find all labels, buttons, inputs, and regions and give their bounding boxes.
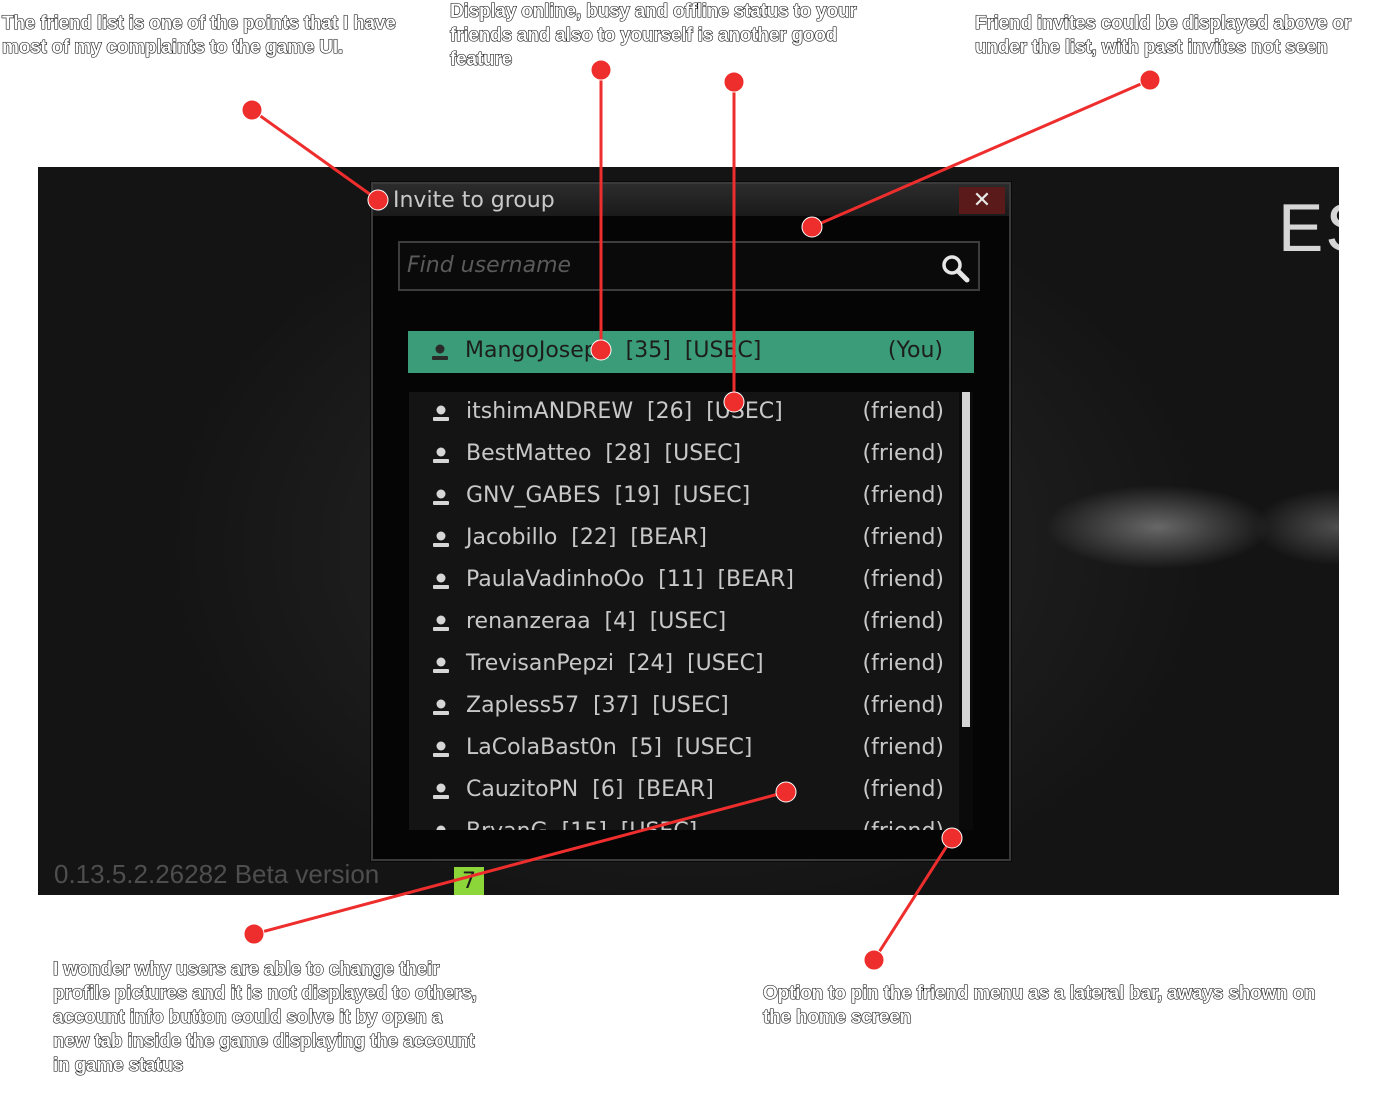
person-icon — [433, 531, 449, 547]
dialog-title-bar[interactable]: Invite to group ✕ — [373, 184, 1009, 216]
friend-list[interactable]: itshimANDREW [26] [USEC] (friend) BestMatt… — [409, 392, 959, 830]
annotation-marker — [723, 71, 745, 93]
person-icon — [436, 825, 446, 830]
person-icon — [433, 783, 449, 799]
annotation-profile-pictures: I wonder why users are able to change th… — [52, 958, 477, 1076]
person-icon — [433, 699, 449, 715]
dialog-title: Invite to group — [393, 188, 555, 213]
friend-row[interactable]: CauzitoPN [6] [BEAR] (friend) — [409, 770, 959, 812]
person-icon — [433, 489, 449, 505]
annotation-online-status: Display online, busy and offline status … — [449, 0, 857, 70]
annotation-marker — [241, 99, 263, 121]
friend-name: renanzeraa [4] [USEC] — [466, 609, 727, 634]
friend-tag: (friend) — [862, 651, 944, 676]
version-label: 0.13.5.2.26282 Beta version — [54, 859, 380, 889]
friend-tag: (friend) — [862, 399, 944, 424]
current-user-row[interactable]: MangoJoseph [35] [USEC] (You) — [408, 331, 974, 373]
friend-tag: (friend) — [862, 567, 944, 592]
friend-tag: (friend) — [862, 777, 944, 802]
friend-name: CauzitoPN [6] [BEAR] — [466, 777, 714, 802]
close-button[interactable]: ✕ — [959, 187, 1005, 214]
notification-badge[interactable]: 7 — [454, 867, 484, 895]
game-logo: ES — [1278, 190, 1339, 266]
person-icon — [433, 741, 449, 757]
person-icon — [433, 573, 449, 589]
friend-list-scrollbar[interactable] — [959, 392, 973, 830]
friend-name: BryanG [15] [USEC] — [466, 819, 697, 830]
friend-name: BestMatteo [28] [USEC] — [466, 441, 742, 466]
person-icon — [433, 447, 449, 463]
friend-name: itshimANDREW [26] [USEC] — [466, 399, 783, 424]
search-box[interactable]: Find username — [398, 241, 980, 291]
friend-row[interactable]: renanzeraa [4] [USEC] (friend) — [409, 602, 959, 644]
friend-tag: (friend) — [862, 525, 944, 550]
person-icon — [433, 657, 449, 673]
scrollbar-thumb[interactable] — [962, 392, 970, 727]
search-input[interactable]: Find username — [407, 253, 907, 278]
friend-row[interactable]: Jacobillo [22] [BEAR] (friend) — [409, 518, 959, 560]
friend-name: Zapless57 [37] [USEC] — [466, 693, 729, 718]
game-screenshot: ES 0.13.5.2.26282 Beta version 7 Invite … — [38, 167, 1339, 895]
friend-row[interactable]: Zapless57 [37] [USEC] (friend) — [409, 686, 959, 728]
annotation-marker — [1139, 69, 1161, 91]
friend-row[interactable]: TrevisanPepzi [24] [USEC] (friend) — [409, 644, 959, 686]
annotation-friend-invites: Friend invites could be displayed above … — [974, 12, 1351, 58]
person-icon — [432, 344, 448, 360]
search-icon[interactable] — [938, 251, 972, 285]
invite-to-group-dialog: Invite to group ✕ Find username MangoJos… — [371, 182, 1011, 861]
friend-row[interactable]: BestMatteo [28] [USEC] (friend) — [409, 434, 959, 476]
annotation-pin-friend-menu: Option to pin the friend menu as a later… — [762, 982, 1316, 1028]
friend-name: GNV_GABES [19] [USEC] — [466, 483, 751, 508]
friend-tag: (friend) — [862, 819, 944, 830]
friend-row[interactable]: LaColaBast0n [5] [USEC] (friend) — [409, 728, 959, 770]
friend-tag: (friend) — [862, 609, 944, 634]
friend-tag: (friend) — [862, 735, 944, 760]
friend-row[interactable]: itshimANDREW [26] [USEC] (friend) — [409, 392, 959, 434]
current-user-name: MangoJoseph [35] [USEC] — [465, 338, 762, 363]
person-icon — [433, 615, 449, 631]
friend-row[interactable]: BryanG [15] [USEC] (friend) — [409, 812, 959, 830]
friend-row[interactable]: GNV_GABES [19] [USEC] (friend) — [409, 476, 959, 518]
friend-name: PaulaVadinhoOo [11] [BEAR] — [466, 567, 794, 592]
annotation-marker — [863, 949, 885, 971]
friend-name: TrevisanPepzi [24] [USEC] — [466, 651, 764, 676]
annotation-marker — [243, 923, 265, 945]
friend-tag: (friend) — [862, 693, 944, 718]
friend-tag: (friend) — [862, 483, 944, 508]
friend-name: LaColaBast0n [5] [USEC] — [466, 735, 753, 760]
friend-tag: (friend) — [862, 441, 944, 466]
friend-name: Jacobillo [22] [BEAR] — [466, 525, 707, 550]
annotation-friend-list-complaint: The friend list is one of the points tha… — [1, 12, 396, 58]
friend-row[interactable]: PaulaVadinhoOo [11] [BEAR] (friend) — [409, 560, 959, 602]
person-icon — [433, 405, 449, 421]
you-tag: (You) — [887, 338, 943, 363]
